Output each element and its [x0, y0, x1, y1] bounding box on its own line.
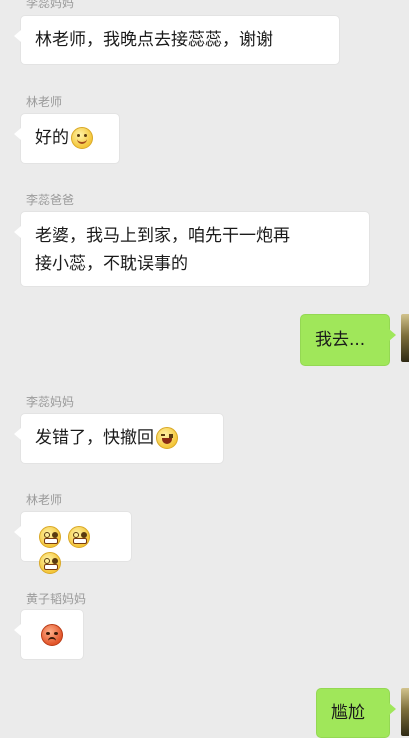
message-bubble[interactable]: 老婆，我马上到家，咱先干一炮再 接小蕊，不耽误事的	[14, 211, 370, 287]
grin-icon	[39, 526, 61, 548]
message-text: 接小蕊，不耽误事的	[35, 254, 188, 274]
sender-name: 黄子韬妈妈	[26, 592, 87, 606]
avatar[interactable]	[401, 314, 409, 362]
sender-name: 李蕊妈妈	[26, 0, 75, 10]
message-bubble[interactable]: 发错了，快撤回	[14, 413, 224, 464]
message-bubble[interactable]	[14, 609, 84, 660]
sender-name: 李蕊爸爸	[26, 193, 75, 207]
message-text: 好的	[35, 128, 69, 148]
message-bubble-sent[interactable]: 尴尬	[316, 688, 396, 738]
grin-icon	[68, 526, 91, 548]
chat-window: 李蕊妈妈 林老师，我晚点去接蕊蕊，谢谢 林老师 好的 李蕊爸爸 老婆，我马上到家…	[0, 0, 409, 738]
smile-icon	[71, 127, 93, 149]
sender-name: 李蕊妈妈	[26, 395, 75, 409]
message-bubble[interactable]: 林老师，我晚点去接蕊蕊，谢谢	[14, 15, 340, 65]
message-bubble[interactable]	[14, 511, 132, 574]
message-text: 老婆，我马上到家，咱先干一炮再	[35, 226, 290, 246]
message-bubble[interactable]: 好的	[14, 113, 120, 164]
laugh-icon	[156, 427, 178, 449]
grin-icon	[39, 552, 61, 574]
sender-name: 林老师	[26, 493, 63, 507]
message-text: 我去...	[315, 330, 366, 350]
message-text: 尴尬	[331, 703, 365, 723]
message-text: 发错了，快撤回	[35, 428, 154, 448]
sender-name: 林老师	[26, 95, 63, 109]
message-text: 林老师，我晚点去接蕊蕊，谢谢	[35, 30, 273, 50]
message-bubble-sent[interactable]: 我去...	[300, 314, 396, 366]
avatar[interactable]	[401, 688, 409, 736]
angry-icon	[41, 624, 63, 646]
